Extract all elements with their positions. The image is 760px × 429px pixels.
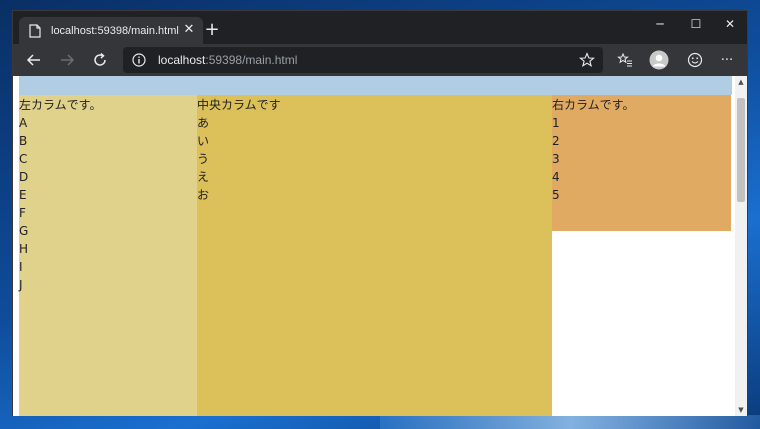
smiley-icon[interactable] — [682, 48, 708, 72]
list-item: F — [19, 206, 26, 220]
star-icon[interactable] — [579, 52, 595, 68]
left-column-title: 左カラムです。 — [19, 98, 102, 112]
list-item: H — [19, 242, 29, 256]
back-arrow-icon[interactable] — [21, 48, 47, 72]
list-item: G — [19, 224, 29, 238]
url-path: :59398/main.html — [205, 53, 298, 67]
more-options-button[interactable]: ··· — [714, 48, 740, 72]
list-item: D — [19, 170, 29, 184]
right-column-title: 右カラムです。 — [552, 98, 635, 112]
list-item: あ — [197, 116, 210, 130]
list-item: 3 — [552, 152, 560, 166]
page-icon — [29, 23, 41, 38]
tab-close-icon[interactable]: ✕ — [181, 22, 197, 38]
list-item: C — [19, 152, 28, 166]
browser-tab[interactable]: localhost:59398/main.html ✕ — [19, 17, 203, 44]
new-tab-button[interactable]: + — [201, 19, 223, 41]
list-item: 2 — [552, 134, 560, 148]
desktop-light-beam — [380, 415, 760, 429]
profile-avatar-icon[interactable] — [646, 48, 672, 72]
scroll-up-icon[interactable]: ▲ — [735, 76, 747, 88]
list-item: 4 — [552, 170, 560, 184]
page-viewport: 左カラムです。 A B C D E F G H I J 中央カラムです あ い … — [13, 76, 747, 416]
maximize-button[interactable]: ☐ — [679, 11, 713, 37]
scroll-thumb[interactable] — [737, 98, 745, 202]
url-host: localhost — [158, 53, 206, 67]
center-column: 中央カラムです あ い う え お — [197, 95, 552, 416]
list-item: う — [197, 152, 210, 166]
right-column: 右カラムです。 1 2 3 4 5 — [552, 95, 731, 231]
list-item: J — [19, 278, 23, 292]
list-item: え — [197, 170, 210, 184]
close-window-button[interactable]: ✕ — [713, 11, 747, 37]
list-item: A — [19, 116, 28, 130]
refresh-icon[interactable] — [87, 48, 113, 72]
forward-arrow-icon[interactable] — [54, 48, 80, 72]
minimize-button[interactable]: ─ — [643, 11, 677, 37]
info-icon[interactable] — [132, 53, 146, 67]
center-column-title: 中央カラムです — [197, 98, 281, 112]
vertical-scrollbar[interactable]: ▲ ▼ — [735, 76, 747, 416]
browser-toolbar: localhost:59398/main.html ··· — [13, 44, 747, 76]
left-column: 左カラムです。 A B C D E F G H I J — [19, 95, 197, 416]
list-item: お — [197, 188, 210, 202]
tab-strip: localhost:59398/main.html ✕ + ─ ☐ ✕ — [13, 11, 747, 44]
url-text: localhost:59398/main.html — [158, 53, 297, 67]
list-item: I — [19, 260, 23, 274]
list-item: 5 — [552, 188, 560, 202]
scroll-down-icon[interactable]: ▼ — [735, 404, 747, 416]
tab-title: localhost:59398/main.html — [51, 24, 179, 37]
list-item: E — [19, 188, 27, 202]
list-item: い — [197, 134, 210, 148]
browser-window: localhost:59398/main.html ✕ + ─ ☐ ✕ loca… — [12, 10, 748, 416]
address-bar[interactable]: localhost:59398/main.html — [123, 47, 603, 73]
list-item: B — [19, 134, 28, 148]
list-item: 1 — [552, 116, 560, 130]
page-header-bar — [19, 76, 732, 95]
favorites-icon[interactable] — [612, 48, 638, 72]
